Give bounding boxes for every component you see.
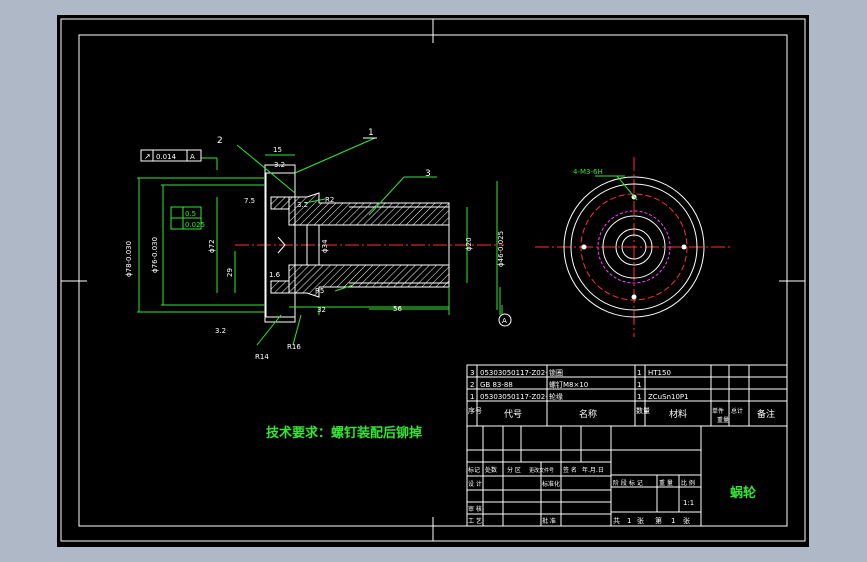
dim-16: 1.6 xyxy=(269,271,281,279)
dim-46: ϕ46-0.025 xyxy=(497,231,505,267)
dim-78: ϕ78-0.030 xyxy=(125,241,133,277)
svg-text:3: 3 xyxy=(470,369,474,377)
runout-datum: A xyxy=(190,153,195,161)
svg-text:共: 共 xyxy=(613,516,620,525)
tech-requirement: 技术要求：螺钉装配后铆掉 xyxy=(266,426,423,441)
dim-32c: 32 xyxy=(317,306,326,314)
svg-text:HT150: HT150 xyxy=(648,369,671,377)
svg-text:1: 1 xyxy=(637,381,641,389)
svg-text:1: 1 xyxy=(637,393,641,401)
svg-text:分 区: 分 区 xyxy=(507,466,521,474)
svg-text:↗: ↗ xyxy=(144,152,151,161)
svg-text:张: 张 xyxy=(683,516,690,525)
svg-text:第: 第 xyxy=(655,516,662,525)
svg-text:1: 1 xyxy=(627,517,631,525)
dim-75: 7.5 xyxy=(244,197,255,205)
svg-text:重量: 重量 xyxy=(717,416,729,424)
dim-56: 56 xyxy=(393,305,402,313)
svg-text:工 艺: 工 艺 xyxy=(468,517,482,525)
tol-0025: 0.025 xyxy=(185,221,205,229)
svg-text:05303050117-Z02-: 05303050117-Z02- xyxy=(480,369,548,377)
dim-32a: 3.2 xyxy=(274,161,285,169)
svg-text:单件: 单件 xyxy=(712,407,724,415)
svg-text:1: 1 xyxy=(637,369,641,377)
dim-15: 15 xyxy=(273,146,282,154)
svg-text:更改文件号: 更改文件号 xyxy=(529,467,554,474)
runout-callout: ↗ 0.014 A xyxy=(140,149,202,162)
svg-text:名称: 名称 xyxy=(579,408,597,420)
dim-32d: 3.2 xyxy=(215,327,226,335)
svg-text:备注: 备注 xyxy=(757,408,775,420)
svg-text:数量: 数量 xyxy=(636,406,650,415)
svg-text:年.月.日: 年.月.日 xyxy=(582,466,604,474)
svg-text:代号: 代号 xyxy=(504,409,522,420)
svg-text:螺钉M8×10: 螺钉M8×10 xyxy=(549,380,588,389)
svg-text:处数: 处数 xyxy=(485,466,497,474)
svg-text:05303050117-Z02-: 05303050117-Z02- xyxy=(480,393,548,401)
dim-R2: R2 xyxy=(325,196,334,204)
svg-text:标准化: 标准化 xyxy=(542,480,560,488)
balloon-2: 2 xyxy=(217,136,223,146)
section-view xyxy=(235,164,504,323)
dim-29: 29 xyxy=(226,268,234,277)
dim-R5: R5 xyxy=(315,287,324,295)
tolerance-boxes: 0.5 0.025 xyxy=(170,206,205,230)
svg-text:审 核: 审 核 xyxy=(468,505,482,513)
tol-05: 0.5 xyxy=(185,210,196,218)
svg-text:签 名: 签 名 xyxy=(563,466,577,474)
balloon-1: 1 xyxy=(368,128,374,138)
balloons: 1 2 3 xyxy=(217,128,431,179)
thread-callout: 4-M3-6H xyxy=(573,168,603,176)
svg-text:ZCuSn10P1: ZCuSn10P1 xyxy=(648,393,689,401)
cad-viewport[interactable]: ↗ 0.014 A 0.5 0.025 15 3.2 7.5 3.2 R2 ϕ7… xyxy=(57,15,809,547)
svg-text:1: 1 xyxy=(671,517,675,525)
svg-text:重 量: 重 量 xyxy=(659,479,673,487)
svg-text:张: 张 xyxy=(637,516,644,525)
dim-R16: R16 xyxy=(287,343,301,351)
engineering-drawing: ↗ 0.014 A 0.5 0.025 15 3.2 7.5 3.2 R2 ϕ7… xyxy=(60,18,806,542)
svg-text:材料: 材料 xyxy=(669,408,687,420)
dim-32b: 3.2 xyxy=(297,201,308,209)
svg-text:A: A xyxy=(502,317,507,325)
svg-text:标记: 标记 xyxy=(468,466,480,474)
dim-20: ϕ20 xyxy=(465,237,473,251)
svg-text:GB 83-88: GB 83-88 xyxy=(480,381,513,389)
dim-34: ϕ34 xyxy=(321,239,329,253)
svg-text:1: 1 xyxy=(470,393,474,401)
end-view: 4-M3-6H xyxy=(535,157,733,337)
dim-R14: R14 xyxy=(255,353,269,361)
svg-text:总计: 总计 xyxy=(731,407,743,415)
dim-72: ϕ72 xyxy=(208,239,216,253)
svg-text:轮缘: 轮缘 xyxy=(549,392,563,401)
svg-text:2: 2 xyxy=(470,381,474,389)
datum-A: A xyxy=(498,313,512,327)
drawing-title: 蜗轮 xyxy=(730,486,757,501)
svg-text:设 计: 设 计 xyxy=(468,480,482,488)
balloon-3: 3 xyxy=(425,169,431,179)
runout-value: 0.014 xyxy=(156,153,177,161)
svg-text:阶 段 标 记: 阶 段 标 记 xyxy=(613,479,643,487)
title-block xyxy=(466,364,788,527)
svg-text:1:1: 1:1 xyxy=(683,499,694,507)
svg-text:批 准: 批 准 xyxy=(542,517,556,525)
svg-text:序号: 序号 xyxy=(468,406,482,415)
svg-text:锁圈: 锁圈 xyxy=(549,368,563,377)
dim-76: ϕ76-0.030 xyxy=(151,237,159,273)
svg-text:比 例: 比 例 xyxy=(681,479,695,487)
